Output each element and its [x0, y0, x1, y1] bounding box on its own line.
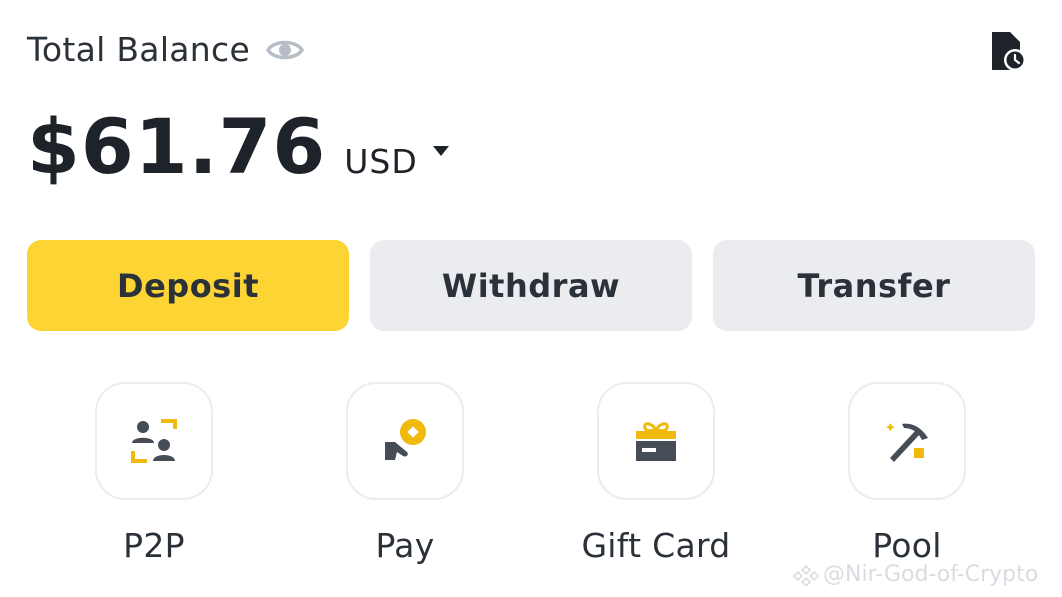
chevron-down-icon[interactable]	[432, 145, 450, 157]
shortcut-pay[interactable]: Pay	[315, 382, 495, 565]
shortcut-p2p[interactable]: P2P	[64, 382, 244, 565]
balance-header: Total Balance	[27, 30, 305, 69]
eye-icon[interactable]	[266, 31, 305, 69]
total-balance-label: Total Balance	[27, 30, 251, 69]
action-buttons: Deposit Withdraw Transfer	[27, 240, 1035, 331]
shortcut-label: Pool	[872, 526, 942, 565]
shortcut-grid: P2P Pay Gift Card Pool	[0, 382, 1062, 582]
balance-amount: $61.76	[27, 102, 327, 191]
shortcut-tile[interactable]	[848, 382, 966, 500]
deposit-button[interactable]: Deposit	[27, 240, 349, 331]
transfer-button[interactable]: Transfer	[713, 240, 1035, 331]
shortcut-gift-card[interactable]: Gift Card	[566, 382, 746, 565]
history-icon[interactable]	[988, 30, 1030, 74]
shortcut-pool[interactable]: Pool	[817, 382, 997, 565]
shortcut-label: Pay	[375, 526, 435, 565]
pay-icon	[385, 419, 426, 460]
binance-logo-icon	[793, 564, 819, 586]
shortcut-label: Gift Card	[581, 526, 731, 565]
shortcut-tile[interactable]	[597, 382, 715, 500]
watermark: @Nir-God-of-Crypto	[793, 562, 1038, 587]
shortcut-tile[interactable]	[346, 382, 464, 500]
shortcut-label: P2P	[123, 526, 185, 565]
shortcut-tile[interactable]	[95, 382, 213, 500]
p2p-icon	[131, 419, 177, 463]
watermark-text: @Nir-God-of-Crypto	[823, 562, 1039, 587]
pool-icon	[886, 423, 928, 462]
withdraw-button[interactable]: Withdraw	[370, 240, 692, 331]
currency-selector[interactable]: USD	[344, 142, 418, 181]
gift-card-icon	[636, 422, 676, 461]
balance-amount-row: $61.76 USD	[27, 102, 450, 191]
